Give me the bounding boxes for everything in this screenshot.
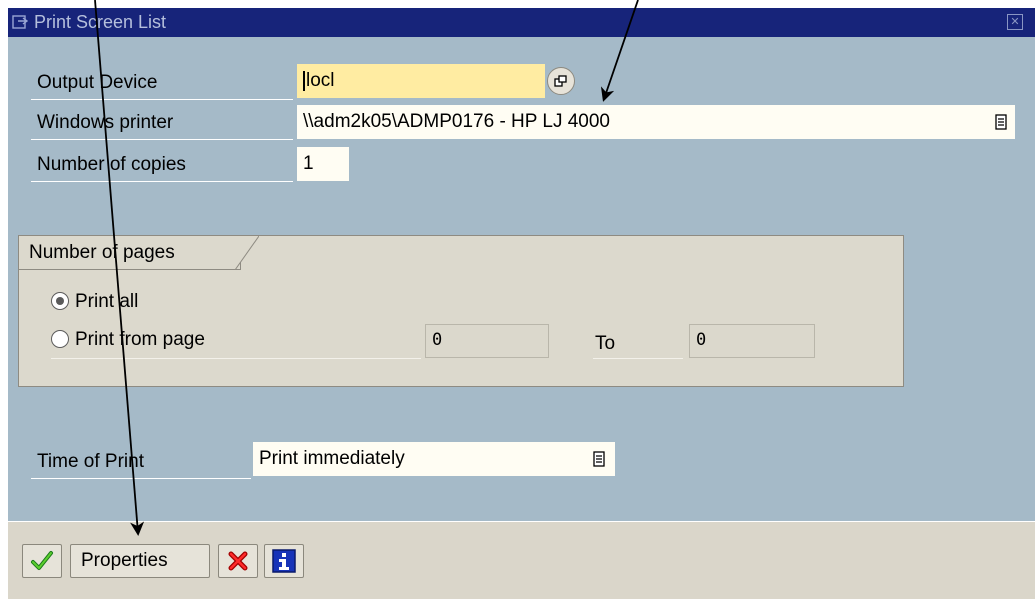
continue-button[interactable] (22, 544, 62, 578)
cancel-icon (228, 551, 248, 571)
copies-field[interactable]: 1 (297, 147, 349, 181)
properties-label: Properties (81, 550, 168, 571)
title-bar: Print Screen List ✕ (8, 8, 1035, 37)
output-device-label: Output Device (31, 66, 293, 100)
dropdown-icon[interactable] (995, 114, 1007, 130)
row-divider (51, 358, 421, 359)
print-screen-list-dialog: Print Screen List ✕ Output Device locl W… (8, 8, 1035, 599)
from-page-field[interactable]: 0 (425, 324, 549, 358)
windows-printer-value: \\adm2k05\ADMP0176 - HP LJ 4000 (303, 111, 610, 132)
row-divider (593, 358, 683, 359)
output-device-field[interactable]: locl (297, 64, 545, 98)
window-title: Print Screen List (34, 12, 167, 32)
print-all-radio[interactable] (51, 292, 69, 310)
group-tab-edge (235, 236, 259, 270)
check-icon (31, 551, 53, 570)
time-of-print-field[interactable]: Print immediately (253, 442, 615, 476)
number-of-pages-group: Number of pages Print all Print from pag… (18, 235, 904, 387)
time-of-print-value: Print immediately (259, 448, 405, 469)
to-page-field[interactable]: 0 (689, 324, 815, 358)
to-label: To (595, 333, 616, 354)
print-all-label: Print all (75, 291, 139, 312)
group-title: Number of pages (19, 236, 241, 270)
dialog-toolbar: Properties (8, 521, 1035, 599)
output-device-value: locl (306, 70, 335, 91)
possible-entries-button[interactable] (547, 67, 575, 95)
text-cursor (303, 70, 305, 91)
time-of-print-label: Time of Print (31, 445, 251, 479)
print-all-option[interactable]: Print all (51, 286, 451, 318)
properties-button[interactable]: Properties (70, 544, 210, 578)
print-from-radio[interactable] (51, 330, 69, 348)
possible-entries-icon (554, 75, 567, 87)
print-from-label: Print from page (75, 329, 205, 350)
print-from-option[interactable]: Print from page (51, 324, 371, 356)
windows-printer-field[interactable]: \\adm2k05\ADMP0176 - HP LJ 4000 (297, 105, 1015, 139)
copies-label: Number of copies (31, 148, 293, 182)
cancel-button[interactable] (218, 544, 258, 578)
dropdown-icon[interactable] (593, 451, 605, 467)
info-icon (272, 549, 296, 573)
help-button[interactable] (264, 544, 304, 578)
close-window-icon[interactable]: ✕ (1007, 14, 1023, 30)
windows-printer-label: Windows printer (31, 106, 293, 140)
window-icon (12, 15, 28, 29)
